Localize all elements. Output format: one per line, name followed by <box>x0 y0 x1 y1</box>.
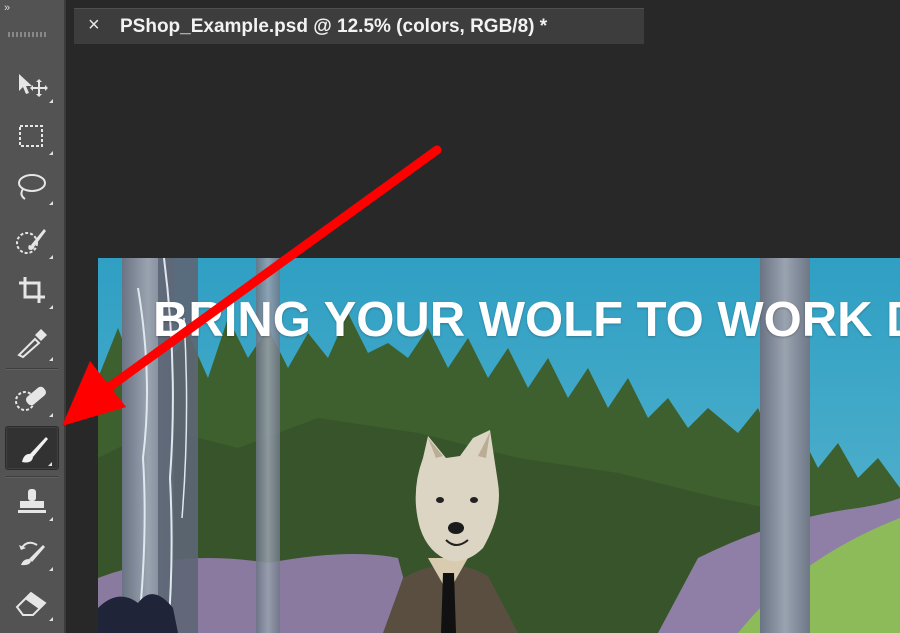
move-tool[interactable] <box>5 62 59 106</box>
eraser-tool[interactable] <box>5 580 59 624</box>
eyedropper-icon <box>17 329 47 359</box>
crop-tool[interactable] <box>5 268 59 312</box>
history-brush-icon <box>19 541 45 566</box>
lasso-icon <box>18 174 46 200</box>
artwork-headline: BRING YOUR WOLF TO WORK D <box>153 293 900 347</box>
rectangular-marquee-tool[interactable] <box>5 114 59 158</box>
quick-selection-tool[interactable] <box>5 218 59 262</box>
marquee-icon <box>19 125 43 147</box>
crop-icon <box>19 277 45 303</box>
clone-stamp-tool[interactable] <box>5 480 59 524</box>
lasso-tool[interactable] <box>5 164 59 208</box>
history-brush-tool[interactable] <box>5 530 59 574</box>
document-tab-bar: × PShop_Example.psd @ 12.5% (colors, RGB… <box>66 0 900 46</box>
collapse-panel-icon[interactable]: » <box>4 2 10 14</box>
quick-selection-icon <box>16 229 46 254</box>
close-tab-icon[interactable]: × <box>88 15 100 35</box>
spot-healing-brush-tool[interactable] <box>5 376 59 420</box>
document-canvas[interactable]: BRING YOUR WOLF TO WORK D <box>98 258 900 633</box>
bandage-icon <box>15 386 47 411</box>
move-icon <box>19 74 48 97</box>
brush-icon <box>22 437 48 463</box>
brush-tool[interactable] <box>5 426 59 470</box>
stamp-icon <box>18 489 46 513</box>
panel-grip[interactable] <box>8 32 48 37</box>
document-tab[interactable]: × PShop_Example.psd @ 12.5% (colors, RGB… <box>74 8 644 44</box>
eyedropper-tool[interactable] <box>5 320 59 364</box>
eraser-icon <box>15 591 47 616</box>
tools-panel: » <box>0 0 66 633</box>
document-tab-title: PShop_Example.psd @ 12.5% (colors, RGB/8… <box>120 16 548 37</box>
